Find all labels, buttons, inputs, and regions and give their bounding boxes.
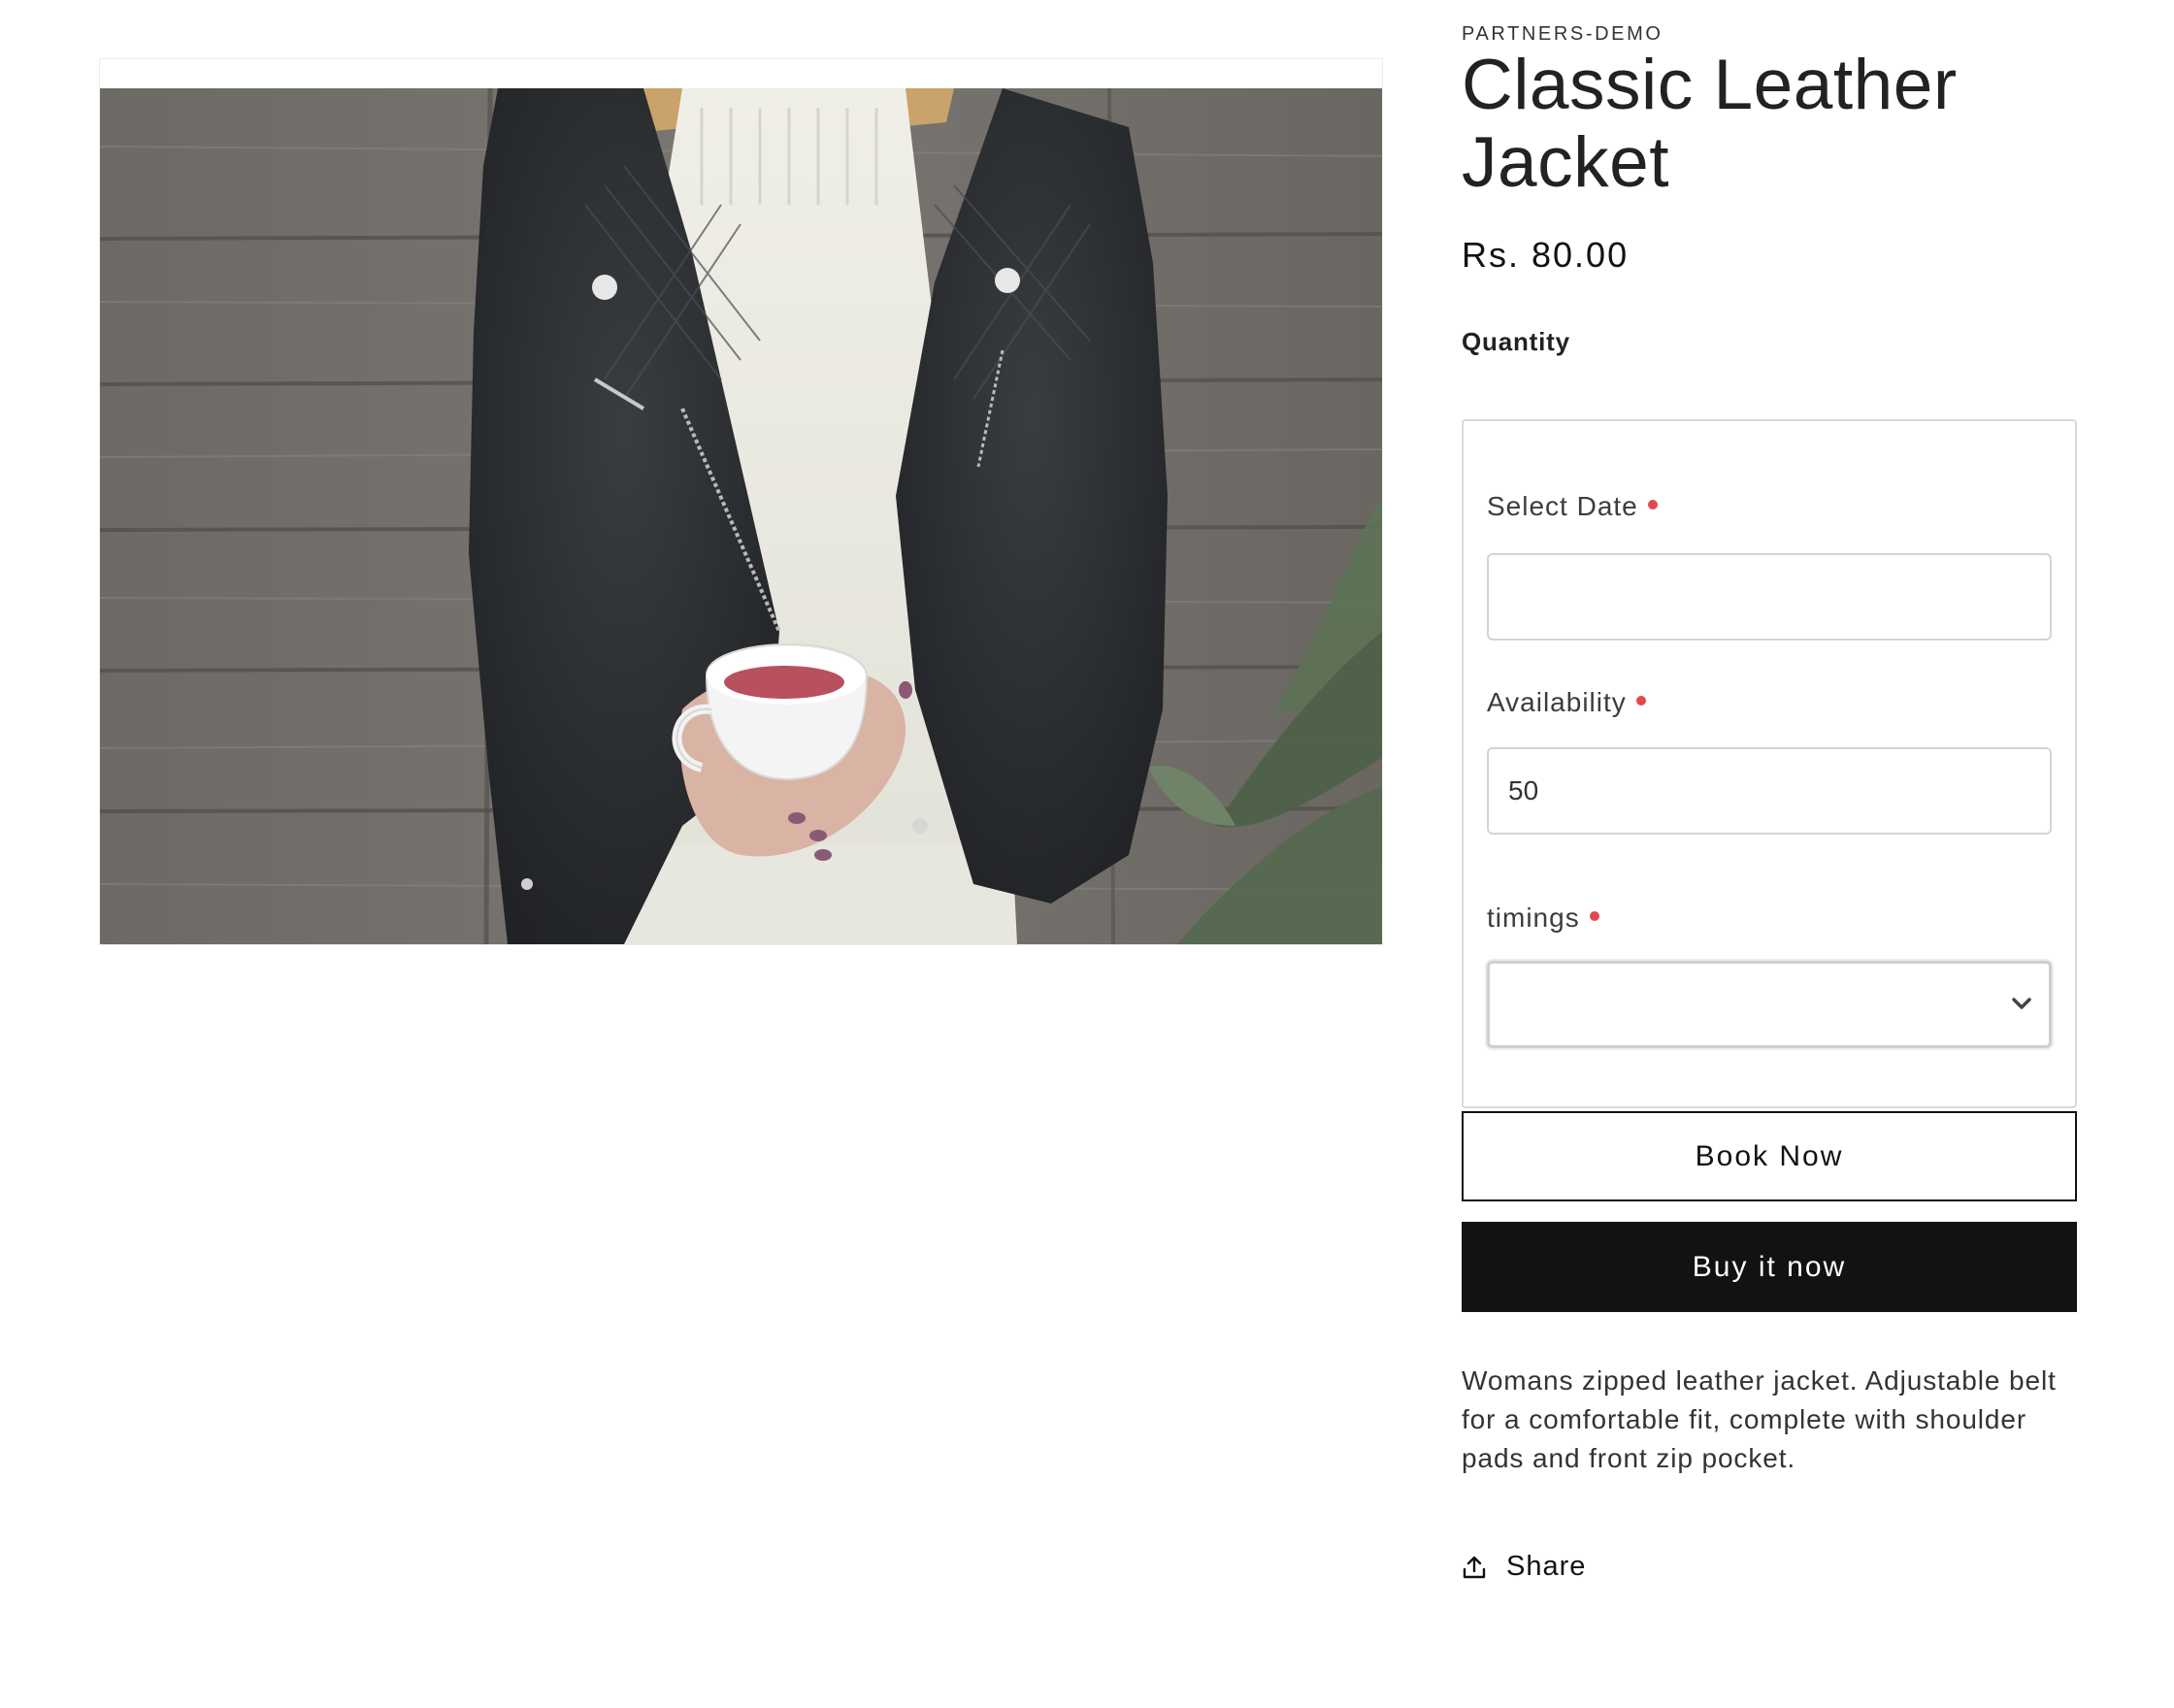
share-button[interactable]: Share (1462, 1551, 1586, 1583)
quantity-label: Quantity (1462, 327, 1570, 356)
availability-input[interactable] (1487, 747, 2052, 835)
share-label: Share (1506, 1551, 1587, 1582)
availability-label: Availability (1487, 687, 1646, 718)
buy-it-now-button[interactable]: Buy it now (1462, 1222, 2077, 1312)
product-title: Classic Leather Jacket (1462, 46, 1958, 202)
select-date-input[interactable] (1487, 553, 2052, 640)
availability-label-text: Availability (1487, 687, 1627, 717)
required-indicator (1589, 911, 1599, 921)
chevron-down-icon (2012, 998, 2031, 1009)
product-photo-leather-jacket (100, 88, 1382, 944)
timings-label-text: timings (1487, 903, 1580, 933)
select-date-label: Select Date (1487, 491, 1658, 522)
booking-form: Select Date Availability timings (1462, 419, 2077, 1108)
product-media (99, 58, 1383, 945)
product-image[interactable] (100, 88, 1382, 944)
book-now-button[interactable]: Book Now (1462, 1111, 2077, 1201)
timings-label: timings (1487, 903, 1599, 934)
product-description: Womans zipped leather jacket. Adjustable… (1462, 1365, 2057, 1473)
required-indicator (1635, 696, 1646, 706)
select-date-label-text: Select Date (1487, 491, 1638, 521)
share-icon (1463, 1556, 1486, 1578)
vendor-name: PARTNERS-DEMO (1462, 23, 1663, 45)
product-price: Rs. 80.00 (1462, 235, 1630, 275)
required-indicator (1647, 500, 1658, 509)
timings-select[interactable] (1487, 961, 2052, 1048)
